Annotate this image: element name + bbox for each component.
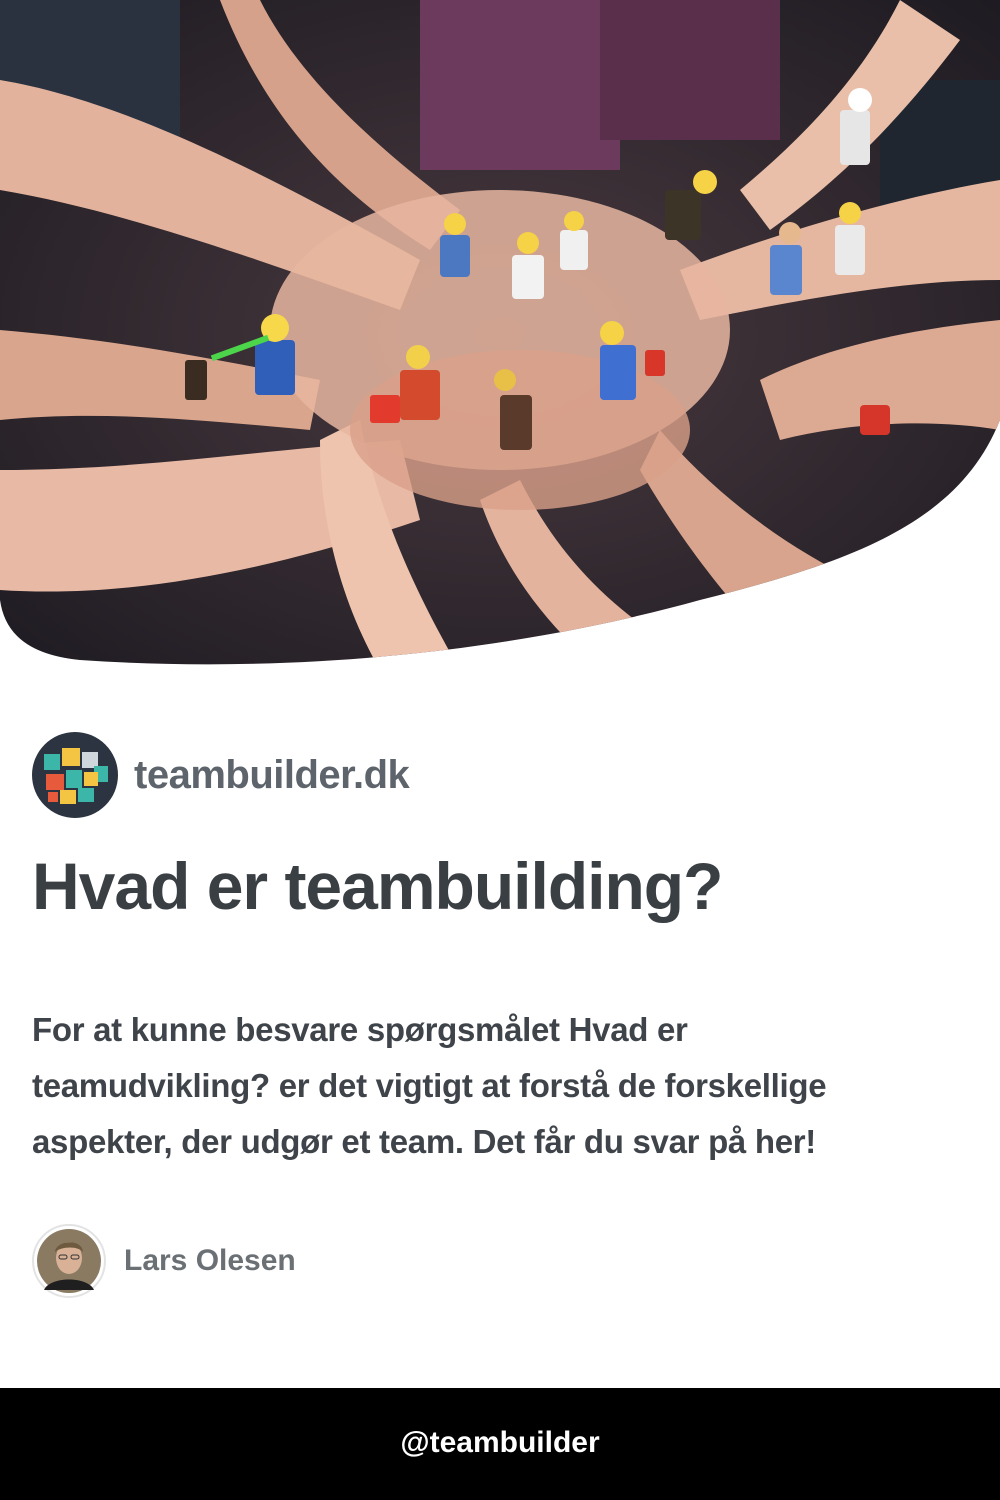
author-name[interactable]: Lars Olesen bbox=[124, 1244, 296, 1278]
article-description: For at kunne besvare spørgsmålet Hvad er… bbox=[32, 1011, 827, 1160]
social-handle[interactable]: @teambuilder bbox=[400, 1426, 599, 1460]
author-avatar bbox=[32, 1224, 106, 1298]
article-title: Hvad er teambuilding? bbox=[32, 849, 723, 923]
hero-image bbox=[0, 0, 1000, 670]
hero-photo bbox=[0, 0, 1000, 665]
footer-bar: @teambuilder bbox=[0, 1388, 1000, 1500]
teambuilder-logo-icon bbox=[32, 732, 118, 818]
brand[interactable]: teambuilder.dk bbox=[32, 732, 410, 818]
brand-name[interactable]: teambuilder.dk bbox=[134, 753, 410, 798]
author[interactable]: Lars Olesen bbox=[32, 1224, 296, 1298]
